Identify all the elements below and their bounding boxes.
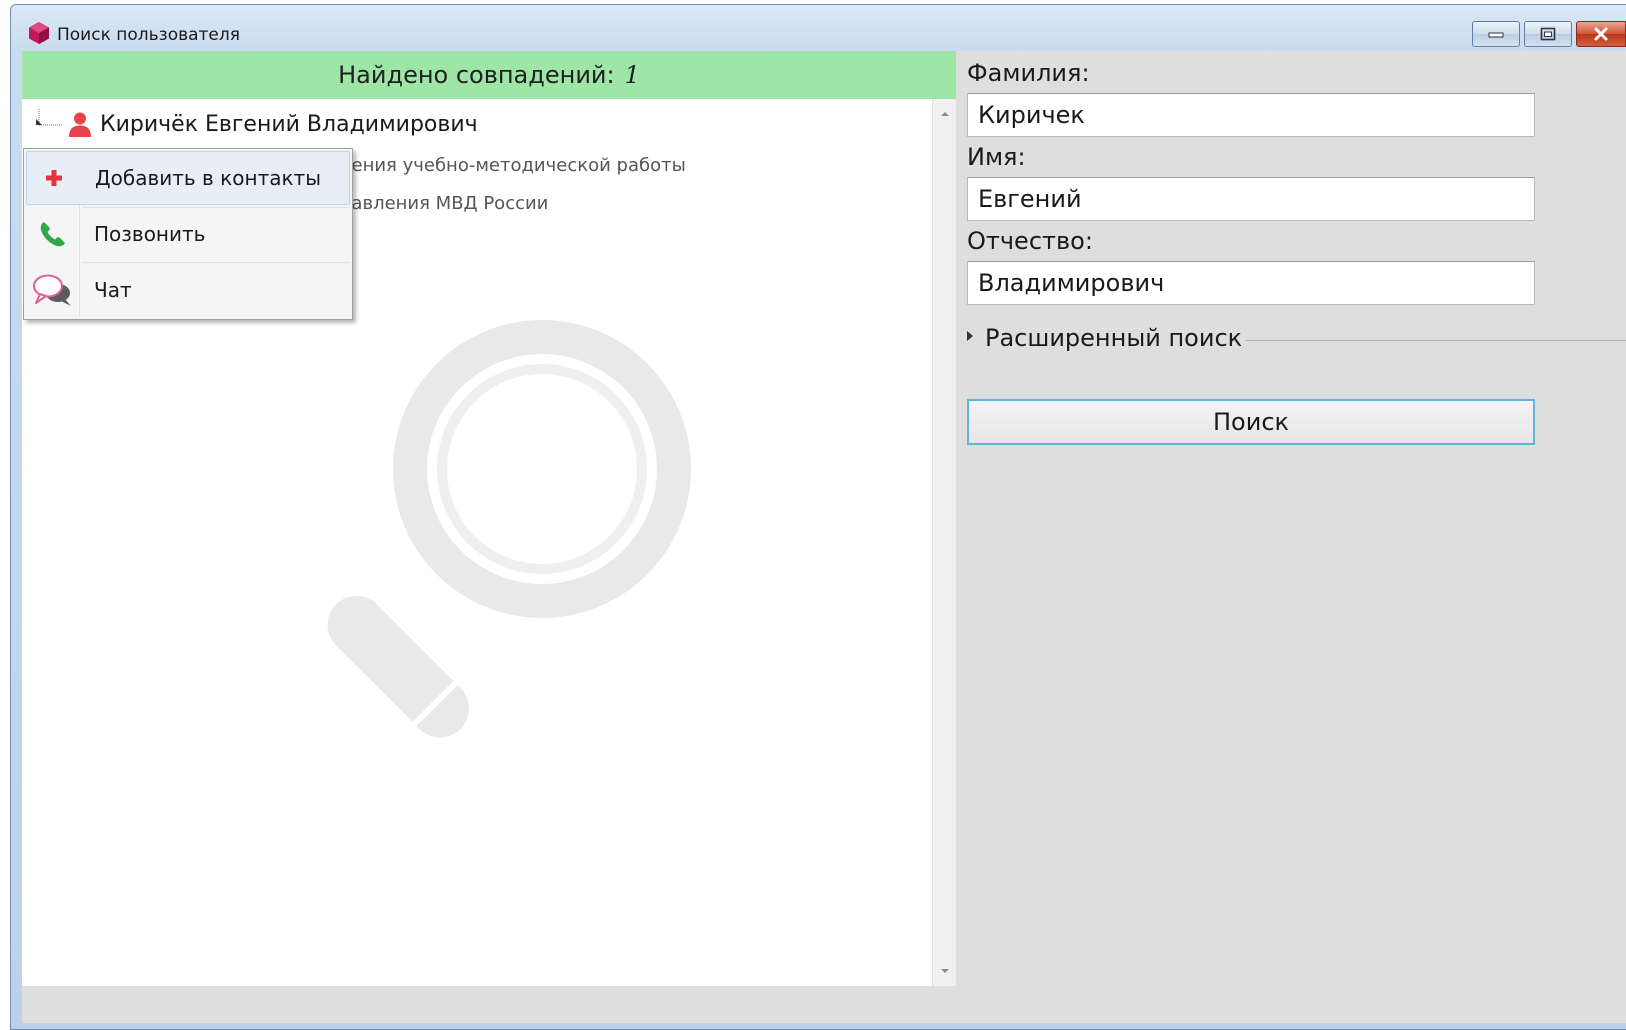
close-button[interactable] bbox=[1576, 21, 1626, 47]
first-name-input[interactable]: Евгений bbox=[967, 177, 1535, 221]
maximize-icon bbox=[1540, 27, 1556, 41]
menu-item-add-contact[interactable]: Добавить в контакты bbox=[26, 151, 350, 205]
search-panel: Фамилия: Киричек Имя: Евгений Отчество: … bbox=[956, 51, 1626, 1023]
user-name: Киричёк Евгений Владимирович bbox=[100, 111, 478, 137]
found-matches-count: 1 bbox=[624, 61, 640, 89]
phone-icon bbox=[40, 222, 65, 247]
found-matches-bar: Найдено совпадений: 1 bbox=[22, 51, 956, 99]
close-icon bbox=[1594, 27, 1608, 41]
user-department: ления учебно-методической работы bbox=[340, 155, 686, 176]
last-name-label: Фамилия: bbox=[967, 59, 1090, 87]
menu-item-call[interactable]: Позвонить bbox=[26, 207, 350, 261]
user-icon bbox=[69, 112, 91, 137]
maximize-button[interactable] bbox=[1524, 21, 1572, 47]
last-name-input[interactable]: Киричек bbox=[967, 93, 1535, 137]
client-area: Найдено совпадений: 1 Киричёк Евгений Вл… bbox=[22, 51, 1626, 1023]
patronymic-input[interactable]: Владимирович bbox=[967, 261, 1535, 305]
chat-icon bbox=[33, 274, 71, 306]
patronymic-label: Отчество: bbox=[967, 227, 1093, 255]
advanced-search-divider bbox=[1246, 339, 1626, 341]
plus-icon bbox=[46, 170, 62, 186]
magnifier-watermark-icon bbox=[327, 320, 691, 738]
menu-item-chat[interactable]: Чат bbox=[26, 263, 350, 317]
search-button[interactable]: Поиск bbox=[967, 399, 1535, 445]
results-scrollbar[interactable] bbox=[932, 99, 956, 986]
expand-arrow-icon bbox=[967, 331, 973, 341]
app-logo-icon bbox=[29, 22, 49, 44]
scroll-up-icon[interactable] bbox=[939, 109, 951, 117]
minimize-button[interactable] bbox=[1472, 21, 1520, 47]
advanced-search-label: Расширенный поиск bbox=[985, 324, 1243, 352]
minimize-icon bbox=[1488, 32, 1504, 38]
window-controls bbox=[1468, 21, 1626, 47]
title-bar[interactable]: Поиск пользователя bbox=[11, 5, 1626, 51]
user-organization: равления МВД России bbox=[340, 193, 549, 214]
app-window: Поиск пользователя Найдено совпадений: 1… bbox=[10, 4, 1626, 1030]
results-panel: Найдено совпадений: 1 Киричёк Евгений Вл… bbox=[22, 51, 956, 986]
menu-item-label: Добавить в контакты bbox=[95, 166, 321, 190]
menu-item-label: Чат bbox=[94, 278, 132, 302]
context-menu: Добавить в контакты Позвонить Чат bbox=[23, 148, 353, 320]
user-tree-node[interactable]: Киричёк Евгений Владимирович bbox=[68, 111, 478, 137]
menu-item-label: Позвонить bbox=[94, 222, 206, 246]
first-name-label: Имя: bbox=[967, 143, 1026, 171]
found-matches-label: Найдено совпадений: bbox=[338, 61, 615, 89]
scroll-down-icon[interactable] bbox=[939, 968, 951, 976]
window-title: Поиск пользователя bbox=[57, 25, 240, 45]
tree-connector-icon bbox=[36, 109, 62, 126]
advanced-search-expander[interactable]: Расширенный поиск bbox=[967, 321, 1626, 355]
